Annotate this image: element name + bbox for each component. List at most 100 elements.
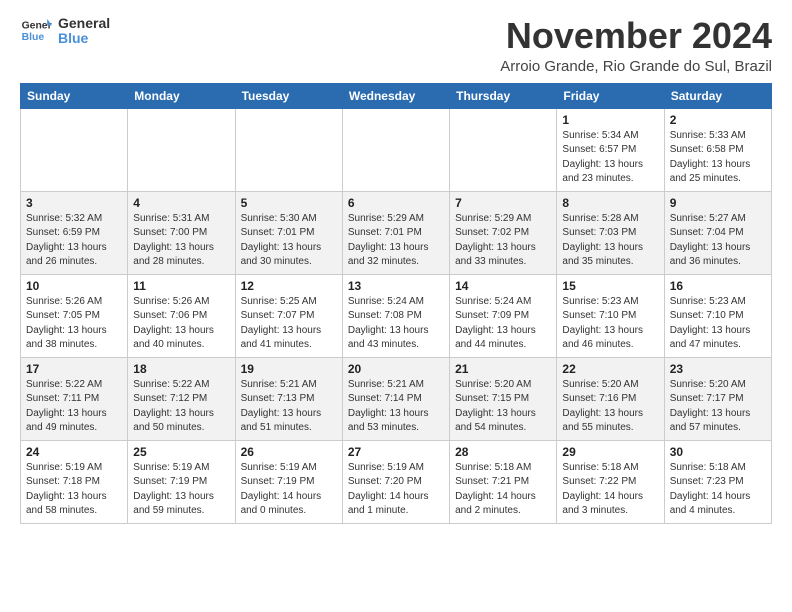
day-number: 5 <box>241 196 337 210</box>
calendar-cell: 22 Sunrise: 5:20 AM Sunset: 7:16 PM Dayli… <box>557 357 664 440</box>
day-info: Sunrise: 5:18 AM Sunset: 7:23 PM Dayligh… <box>670 461 766 519</box>
day-info: Sunrise: 5:24 AM Sunset: 7:09 PM Dayligh… <box>455 295 551 353</box>
weekday-header: Sunday <box>21 83 128 108</box>
calendar-cell: 12Sunrise: 5:25 AM Sunset: 7:07 PM Dayli… <box>235 274 342 357</box>
day-info: Sunrise: 5:33 AM Sunset: 6:58 PM Dayligh… <box>670 129 766 187</box>
day-info: Sunrise: 5:29 AM Sunset: 7:02 PM Dayligh… <box>455 212 551 270</box>
day-number: 28 <box>455 445 551 459</box>
day-number: 15 <box>562 279 658 293</box>
svg-text:Blue: Blue <box>22 32 45 43</box>
calendar-cell <box>342 108 449 191</box>
calendar-cell: 28Sunrise: 5:18 AM Sunset: 7:21 PM Dayli… <box>450 440 557 523</box>
weekday-header: Wednesday <box>342 83 449 108</box>
day-number: 18 <box>133 362 229 376</box>
day-number: 1 <box>562 113 658 127</box>
day-info: Sunrise: 5:20 AM Sunset: 7:15 PM Dayligh… <box>455 378 551 436</box>
page-header: General Blue General Blue November 2024 … <box>20 16 772 75</box>
calendar-cell: 14 Sunrise: 5:24 AM Sunset: 7:09 PM Dayli… <box>450 274 557 357</box>
logo-text-general: General <box>58 16 110 31</box>
day-info: Sunrise: 5:30 AM Sunset: 7:01 PM Dayligh… <box>241 212 337 270</box>
day-number: 19 <box>241 362 337 376</box>
weekday-header: Friday <box>557 83 664 108</box>
day-info: Sunrise: 5:24 AM Sunset: 7:08 PM Dayligh… <box>348 295 444 353</box>
calendar-cell: 9Sunrise: 5:27 AM Sunset: 7:04 PM Daylig… <box>664 191 771 274</box>
location-subtitle: Arroio Grande, Rio Grande do Sul, Brazil <box>500 58 772 75</box>
calendar-cell <box>21 108 128 191</box>
day-info: Sunrise: 5:26 AM Sunset: 7:05 PM Dayligh… <box>26 295 122 353</box>
day-number: 2 <box>670 113 766 127</box>
calendar-cell: 4Sunrise: 5:31 AM Sunset: 7:00 PM Daylig… <box>128 191 235 274</box>
calendar-cell <box>128 108 235 191</box>
calendar-body: 1 Sunrise: 5:34 AM Sunset: 6:57 PM Daylig… <box>21 108 772 523</box>
calendar-cell: 6Sunrise: 5:29 AM Sunset: 7:01 PM Daylig… <box>342 191 449 274</box>
calendar-cell: 27Sunrise: 5:19 AM Sunset: 7:20 PM Dayli… <box>342 440 449 523</box>
day-number: 20 <box>348 362 444 376</box>
day-number: 10 <box>26 279 122 293</box>
calendar-cell: 11 Sunrise: 5:26 AM Sunset: 7:06 PM Dayli… <box>128 274 235 357</box>
calendar-cell: 17 Sunrise: 5:22 AM Sunset: 7:11 PM Dayli… <box>21 357 128 440</box>
day-number: 7 <box>455 196 551 210</box>
day-info: Sunrise: 5:20 AM Sunset: 7:16 PM Dayligh… <box>562 378 658 436</box>
calendar-cell <box>235 108 342 191</box>
day-number: 14 <box>455 279 551 293</box>
calendar-cell: 29Sunrise: 5:18 AM Sunset: 7:22 PM Dayli… <box>557 440 664 523</box>
month-year-title: November 2024 <box>500 16 772 56</box>
calendar-cell: 15 Sunrise: 5:23 AM Sunset: 7:10 PM Dayli… <box>557 274 664 357</box>
calendar-cell: 5 Sunrise: 5:30 AM Sunset: 7:01 PM Daylig… <box>235 191 342 274</box>
calendar-week-row: 3 Sunrise: 5:32 AM Sunset: 6:59 PM Daylig… <box>21 191 772 274</box>
day-number: 13 <box>348 279 444 293</box>
calendar-week-row: 10 Sunrise: 5:26 AM Sunset: 7:05 PM Dayli… <box>21 274 772 357</box>
day-info: Sunrise: 5:20 AM Sunset: 7:17 PM Dayligh… <box>670 378 766 436</box>
calendar-cell: 1 Sunrise: 5:34 AM Sunset: 6:57 PM Daylig… <box>557 108 664 191</box>
day-number: 26 <box>241 445 337 459</box>
calendar-cell: 19 Sunrise: 5:21 AM Sunset: 7:13 PM Dayli… <box>235 357 342 440</box>
calendar-cell: 7 Sunrise: 5:29 AM Sunset: 7:02 PM Daylig… <box>450 191 557 274</box>
day-number: 21 <box>455 362 551 376</box>
title-block: November 2024 Arroio Grande, Rio Grande … <box>500 16 772 75</box>
day-number: 30 <box>670 445 766 459</box>
calendar-cell: 18 Sunrise: 5:22 AM Sunset: 7:12 PM Dayli… <box>128 357 235 440</box>
day-info: Sunrise: 5:34 AM Sunset: 6:57 PM Dayligh… <box>562 129 658 187</box>
day-info: Sunrise: 5:21 AM Sunset: 7:13 PM Dayligh… <box>241 378 337 436</box>
day-number: 24 <box>26 445 122 459</box>
day-info: Sunrise: 5:23 AM Sunset: 7:10 PM Dayligh… <box>670 295 766 353</box>
logo: General Blue General Blue <box>20 16 110 47</box>
weekday-header: Tuesday <box>235 83 342 108</box>
day-number: 25 <box>133 445 229 459</box>
calendar-cell: 25 Sunrise: 5:19 AM Sunset: 7:19 PM Dayli… <box>128 440 235 523</box>
logo-text-blue: Blue <box>58 31 110 46</box>
day-number: 9 <box>670 196 766 210</box>
day-info: Sunrise: 5:19 AM Sunset: 7:19 PM Dayligh… <box>241 461 337 519</box>
day-info: Sunrise: 5:22 AM Sunset: 7:11 PM Dayligh… <box>26 378 122 436</box>
calendar-cell: 10 Sunrise: 5:26 AM Sunset: 7:05 PM Dayli… <box>21 274 128 357</box>
day-number: 29 <box>562 445 658 459</box>
calendar-cell: 20 Sunrise: 5:21 AM Sunset: 7:14 PM Dayli… <box>342 357 449 440</box>
day-number: 11 <box>133 279 229 293</box>
day-info: Sunrise: 5:28 AM Sunset: 7:03 PM Dayligh… <box>562 212 658 270</box>
calendar-week-row: 17 Sunrise: 5:22 AM Sunset: 7:11 PM Dayli… <box>21 357 772 440</box>
day-number: 3 <box>26 196 122 210</box>
calendar-cell: 21 Sunrise: 5:20 AM Sunset: 7:15 PM Dayli… <box>450 357 557 440</box>
calendar-week-row: 24 Sunrise: 5:19 AM Sunset: 7:18 PM Dayli… <box>21 440 772 523</box>
calendar-cell: 13 Sunrise: 5:24 AM Sunset: 7:08 PM Dayli… <box>342 274 449 357</box>
day-number: 17 <box>26 362 122 376</box>
day-info: Sunrise: 5:32 AM Sunset: 6:59 PM Dayligh… <box>26 212 122 270</box>
calendar-cell: 26 Sunrise: 5:19 AM Sunset: 7:19 PM Dayli… <box>235 440 342 523</box>
calendar-cell: 23Sunrise: 5:20 AM Sunset: 7:17 PM Dayli… <box>664 357 771 440</box>
logo-icon: General Blue <box>20 17 52 45</box>
calendar-table: SundayMondayTuesdayWednesdayThursdayFrid… <box>20 83 772 524</box>
day-info: Sunrise: 5:21 AM Sunset: 7:14 PM Dayligh… <box>348 378 444 436</box>
calendar-cell <box>450 108 557 191</box>
day-info: Sunrise: 5:25 AM Sunset: 7:07 PM Dayligh… <box>241 295 337 353</box>
day-number: 6 <box>348 196 444 210</box>
calendar-week-row: 1 Sunrise: 5:34 AM Sunset: 6:57 PM Daylig… <box>21 108 772 191</box>
weekday-header: Monday <box>128 83 235 108</box>
day-info: Sunrise: 5:19 AM Sunset: 7:19 PM Dayligh… <box>133 461 229 519</box>
day-number: 4 <box>133 196 229 210</box>
day-info: Sunrise: 5:22 AM Sunset: 7:12 PM Dayligh… <box>133 378 229 436</box>
day-info: Sunrise: 5:26 AM Sunset: 7:06 PM Dayligh… <box>133 295 229 353</box>
calendar-cell: 3 Sunrise: 5:32 AM Sunset: 6:59 PM Daylig… <box>21 191 128 274</box>
day-info: Sunrise: 5:23 AM Sunset: 7:10 PM Dayligh… <box>562 295 658 353</box>
day-number: 22 <box>562 362 658 376</box>
day-info: Sunrise: 5:19 AM Sunset: 7:18 PM Dayligh… <box>26 461 122 519</box>
